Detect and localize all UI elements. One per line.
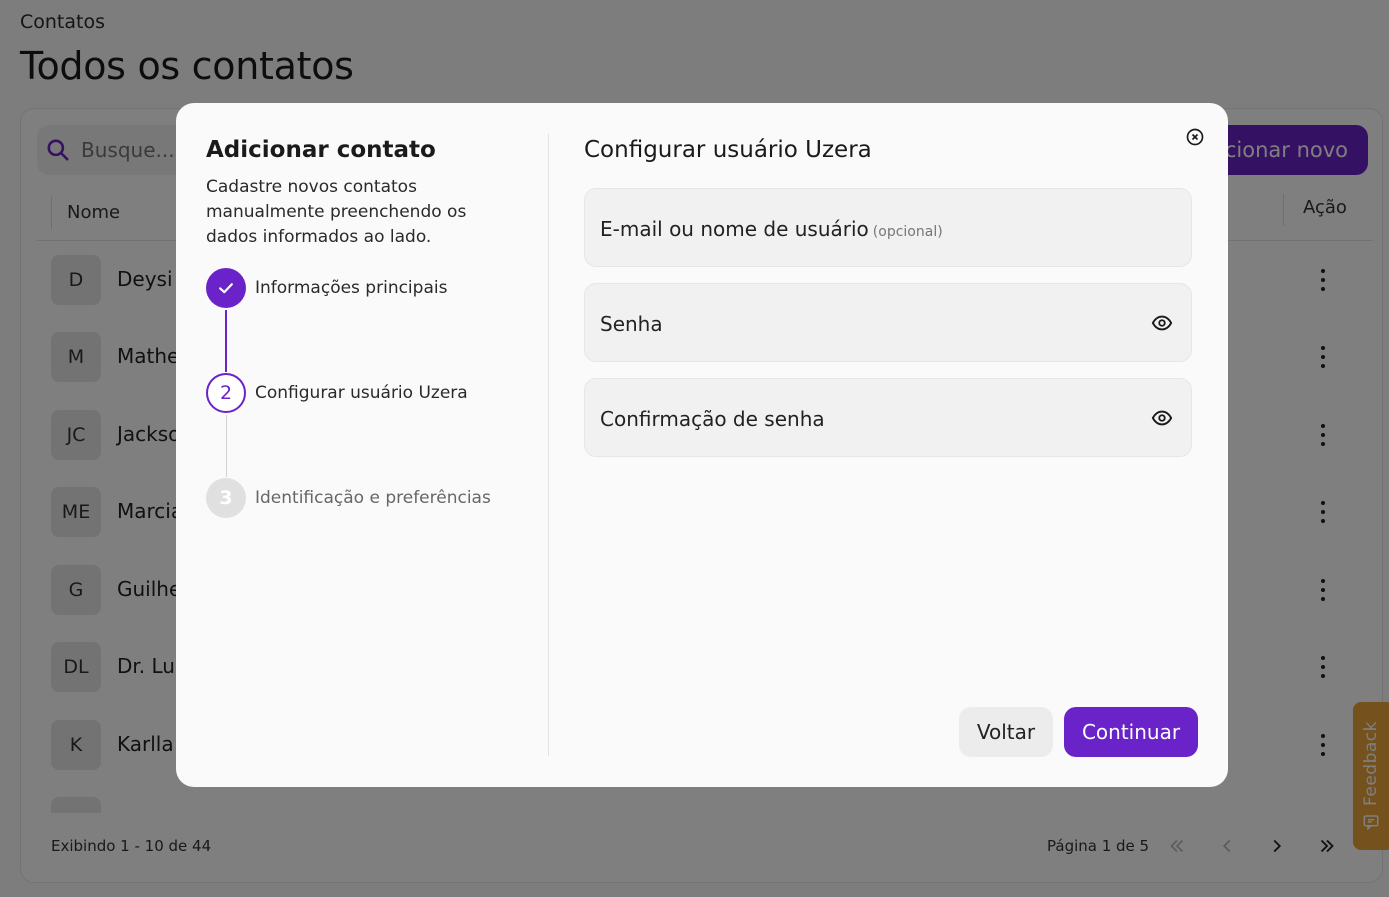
- email-field[interactable]: E-mail ou nome de usuário (opcional): [584, 188, 1192, 267]
- back-button[interactable]: Voltar: [959, 707, 1053, 757]
- close-icon: [1186, 128, 1204, 146]
- password-confirm-label: Confirmação de senha: [600, 407, 825, 431]
- step-1-label: Informações principais: [255, 278, 448, 298]
- modal-description: Cadastre novos contatos manualmente pree…: [206, 177, 467, 247]
- continue-button[interactable]: Continuar: [1064, 707, 1198, 757]
- step-3-label: Identificação e preferências: [255, 488, 491, 508]
- email-label-text: E-mail ou nome de usuário: [600, 217, 869, 241]
- password-confirm-field[interactable]: Confirmação de senha: [584, 378, 1192, 457]
- step-2-label: Configurar usuário Uzera: [255, 383, 468, 403]
- modal-title: Adicionar contato: [206, 137, 436, 163]
- step-3-pending: 3: [206, 478, 246, 518]
- email-field-label: E-mail ou nome de usuário (opcional): [600, 217, 943, 241]
- eye-icon[interactable]: [1151, 312, 1173, 334]
- add-contact-modal: Adicionar contato Cadastre novos contato…: [176, 103, 1228, 787]
- password-field-label: Senha: [600, 312, 663, 336]
- step-connector: [225, 310, 227, 372]
- step-connector: [226, 415, 227, 477]
- step-1-complete: [206, 268, 246, 308]
- eye-icon[interactable]: [1151, 407, 1173, 429]
- section-title: Configurar usuário Uzera: [584, 137, 872, 163]
- modal-divider: [548, 134, 549, 756]
- optional-hint: (opcional): [872, 224, 943, 240]
- password-field[interactable]: Senha: [584, 283, 1192, 362]
- step-2-active: 2: [206, 373, 246, 413]
- close-modal-button[interactable]: [1183, 125, 1207, 149]
- check-icon: [219, 283, 233, 294]
